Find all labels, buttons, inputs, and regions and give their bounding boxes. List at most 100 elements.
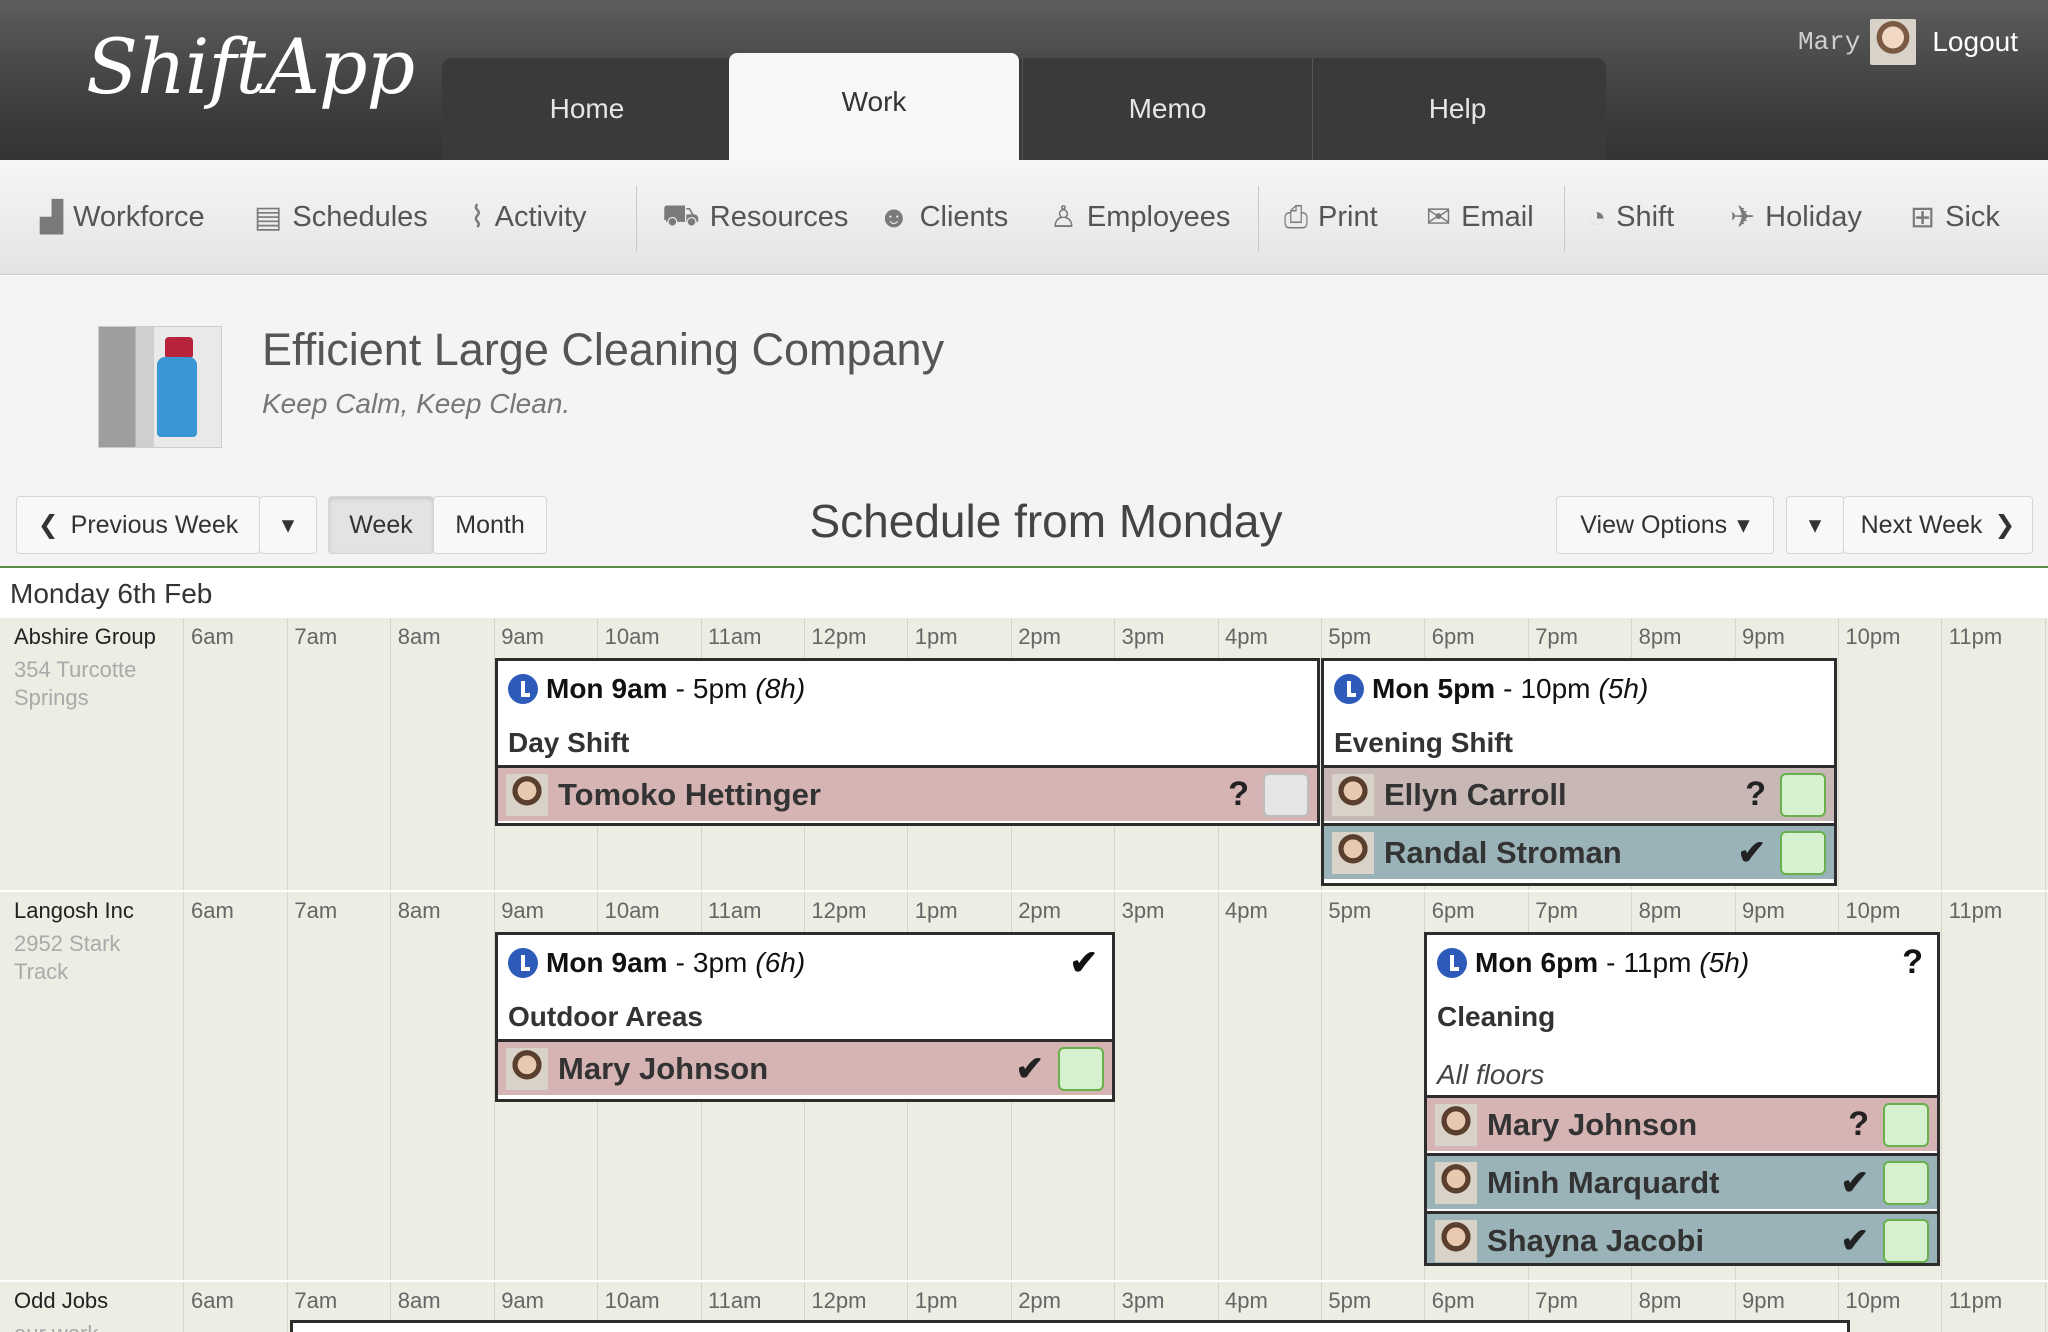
hour-label: 7pm bbox=[1535, 624, 1578, 649]
hour-label: 11am bbox=[708, 1288, 762, 1313]
hour-column: 4pm bbox=[1219, 892, 1322, 1280]
hour-label: 3pm bbox=[1121, 1288, 1165, 1313]
toolbar: ▟ Workforce ▤ Schedules ⌇ Activity ⛟ Resourc… bbox=[0, 160, 2048, 275]
hour-column: 10pm bbox=[1839, 618, 1943, 890]
employee-name: Mary Johnson bbox=[1487, 1106, 1698, 1142]
envelope-icon: ✉ bbox=[1426, 201, 1452, 234]
confirm-checkbox[interactable] bbox=[1780, 772, 1826, 817]
confirm-checkbox[interactable] bbox=[1780, 830, 1826, 875]
client-name[interactable]: Langosh Inc bbox=[14, 898, 134, 924]
toolbar-schedules[interactable]: ▤ Schedules bbox=[254, 160, 428, 275]
toolbar-clients[interactable]: ☻ Clients bbox=[878, 160, 1008, 275]
avatar bbox=[1435, 1103, 1477, 1146]
toolbar-email[interactable]: ✉ Email bbox=[1426, 160, 1534, 275]
logout-link[interactable]: Logout bbox=[1932, 26, 2018, 58]
toolbar-label: Shift bbox=[1616, 201, 1675, 233]
user-name[interactable]: Mary bbox=[1798, 27, 1860, 57]
toolbar-employees[interactable]: ♙ Employees bbox=[1050, 160, 1230, 275]
check-icon: ✔ bbox=[1015, 1049, 1045, 1088]
confirm-checkbox[interactable] bbox=[1263, 772, 1309, 817]
hour-label: 9pm bbox=[1742, 898, 1785, 923]
toolbar-print[interactable]: ⎙ Print bbox=[1284, 160, 1378, 275]
avatar bbox=[1332, 831, 1374, 874]
hour-column: 8am bbox=[392, 618, 495, 890]
company-header: Efficient Large Cleaning Company Keep Ca… bbox=[0, 276, 2048, 476]
app-logo[interactable]: ShiftApp bbox=[86, 22, 415, 111]
toolbar-label: Schedules bbox=[292, 201, 428, 233]
shift-start: 9am bbox=[611, 947, 668, 978]
hour-label: 10am bbox=[604, 624, 660, 649]
pulse-icon: ⌇ bbox=[470, 201, 485, 234]
client-icon: ☻ bbox=[878, 200, 910, 234]
shift-start: 6pm bbox=[1540, 947, 1599, 978]
day-label: Monday 6th Feb bbox=[10, 578, 213, 609]
employee-row[interactable]: Shayna Jacobi ✔ bbox=[1427, 1211, 1937, 1263]
employee-row[interactable]: Randal Stroman ✔ bbox=[1324, 823, 1834, 879]
employee-name: Ellyn Carroll bbox=[1384, 776, 1567, 812]
hour-label: 10pm bbox=[1845, 898, 1901, 923]
toolbar-workforce[interactable]: ▟ Workforce bbox=[40, 160, 205, 275]
view-options-button[interactable]: View Options ▾ bbox=[1556, 496, 1774, 554]
check-icon: ✔ bbox=[1069, 944, 1099, 982]
hour-column: 5pm bbox=[1322, 892, 1426, 1280]
hour-label: 6am bbox=[191, 624, 234, 649]
toolbar-shift[interactable]: ◔ Shift bbox=[1588, 160, 1674, 275]
tab-home[interactable]: Home bbox=[442, 58, 732, 160]
client-name[interactable]: Abshire Group bbox=[14, 624, 156, 650]
check-icon: ✔ bbox=[1840, 1163, 1870, 1202]
tab-help[interactable]: Help bbox=[1312, 58, 1602, 160]
hour-label: 10am bbox=[604, 898, 660, 923]
company-logo bbox=[98, 326, 222, 448]
caret-down-icon: ▾ bbox=[1808, 511, 1822, 539]
shift-card[interactable]: Mon 6pm -11pm (5h) ? Cleaning All floors … bbox=[1424, 932, 1940, 1266]
toolbar-holiday[interactable]: ✈ Holiday bbox=[1730, 160, 1862, 275]
employee-row[interactable]: Minh Marquardt ✔ bbox=[1427, 1153, 1937, 1209]
tab-label: Work bbox=[841, 85, 907, 117]
shift-duration: (6h) bbox=[755, 947, 806, 978]
confirm-checkbox[interactable] bbox=[1883, 1160, 1929, 1205]
hour-label: 9pm bbox=[1742, 624, 1785, 649]
confirm-checkbox[interactable] bbox=[1058, 1046, 1104, 1091]
hour-column: 6am bbox=[185, 618, 288, 890]
confirm-checkbox[interactable] bbox=[1883, 1218, 1929, 1263]
shift-card[interactable]: Mon 9am -5pm (8h) Day Shift Tomoko Hettin… bbox=[495, 658, 1320, 826]
toolbar-sick[interactable]: ⊞ Sick bbox=[1910, 160, 2000, 275]
hour-column: 7am bbox=[288, 892, 392, 1280]
hour-label: 6am bbox=[191, 898, 234, 923]
tab-work[interactable]: Work bbox=[729, 53, 1019, 160]
schedule-title: Schedule from Monday bbox=[809, 495, 1283, 547]
hour-column: 6am bbox=[185, 892, 288, 1280]
hour-label: 12pm bbox=[811, 898, 867, 923]
month-view-button[interactable]: Month bbox=[433, 496, 547, 554]
toolbar-label: Activity bbox=[494, 201, 587, 233]
avatar[interactable] bbox=[1870, 19, 1917, 65]
employee-row[interactable]: Ellyn Carroll ? bbox=[1324, 765, 1834, 821]
client-name[interactable]: Odd Jobs bbox=[14, 1288, 108, 1314]
tab-label: Home bbox=[549, 93, 625, 124]
hour-label: 10am bbox=[604, 1288, 660, 1313]
hour-column: 11pm bbox=[1943, 618, 2046, 890]
previous-dropdown-button[interactable]: ▾ bbox=[259, 496, 317, 554]
toolbar-resources[interactable]: ⛟ Resources bbox=[662, 160, 848, 275]
toolbar-divider bbox=[1258, 186, 1259, 252]
hour-label: 7pm bbox=[1535, 1288, 1578, 1313]
employee-row[interactable]: Tomoko Hettinger ? bbox=[498, 765, 1317, 821]
toolbar-activity[interactable]: ⌇ Activity bbox=[470, 160, 587, 275]
next-week-button[interactable]: Next Week ❯ bbox=[1843, 496, 2033, 554]
shift-name: Cleaning bbox=[1437, 1001, 1556, 1032]
shift-end: 5pm bbox=[692, 673, 748, 704]
client-row: Langosh Inc 2952 Stark Track 6am 7am 8am 9a… bbox=[0, 892, 2048, 1280]
hour-label: 5pm bbox=[1328, 898, 1372, 923]
tab-memo[interactable]: Memo bbox=[1022, 58, 1312, 160]
shift-card[interactable]: Mon 9am -3pm (6h) ✔ Outdoor Areas Mary Jo… bbox=[495, 932, 1115, 1102]
confirm-checkbox[interactable] bbox=[1883, 1102, 1929, 1147]
shift-name: Evening Shift bbox=[1334, 727, 1513, 758]
toolbar-label: Print bbox=[1318, 201, 1378, 233]
next-dropdown-button[interactable]: ▾ bbox=[1786, 496, 1844, 554]
shift-card[interactable] bbox=[290, 1320, 1850, 1332]
employee-row[interactable]: Mary Johnson ? bbox=[1427, 1095, 1937, 1151]
shift-card[interactable]: Mon 5pm -10pm (5h) Evening Shift Ellyn Ca… bbox=[1321, 658, 1837, 886]
week-view-button[interactable]: Week bbox=[328, 496, 434, 554]
employee-row[interactable]: Mary Johnson ✔ bbox=[498, 1039, 1112, 1095]
previous-week-button[interactable]: ❮ Previous Week bbox=[16, 496, 260, 554]
